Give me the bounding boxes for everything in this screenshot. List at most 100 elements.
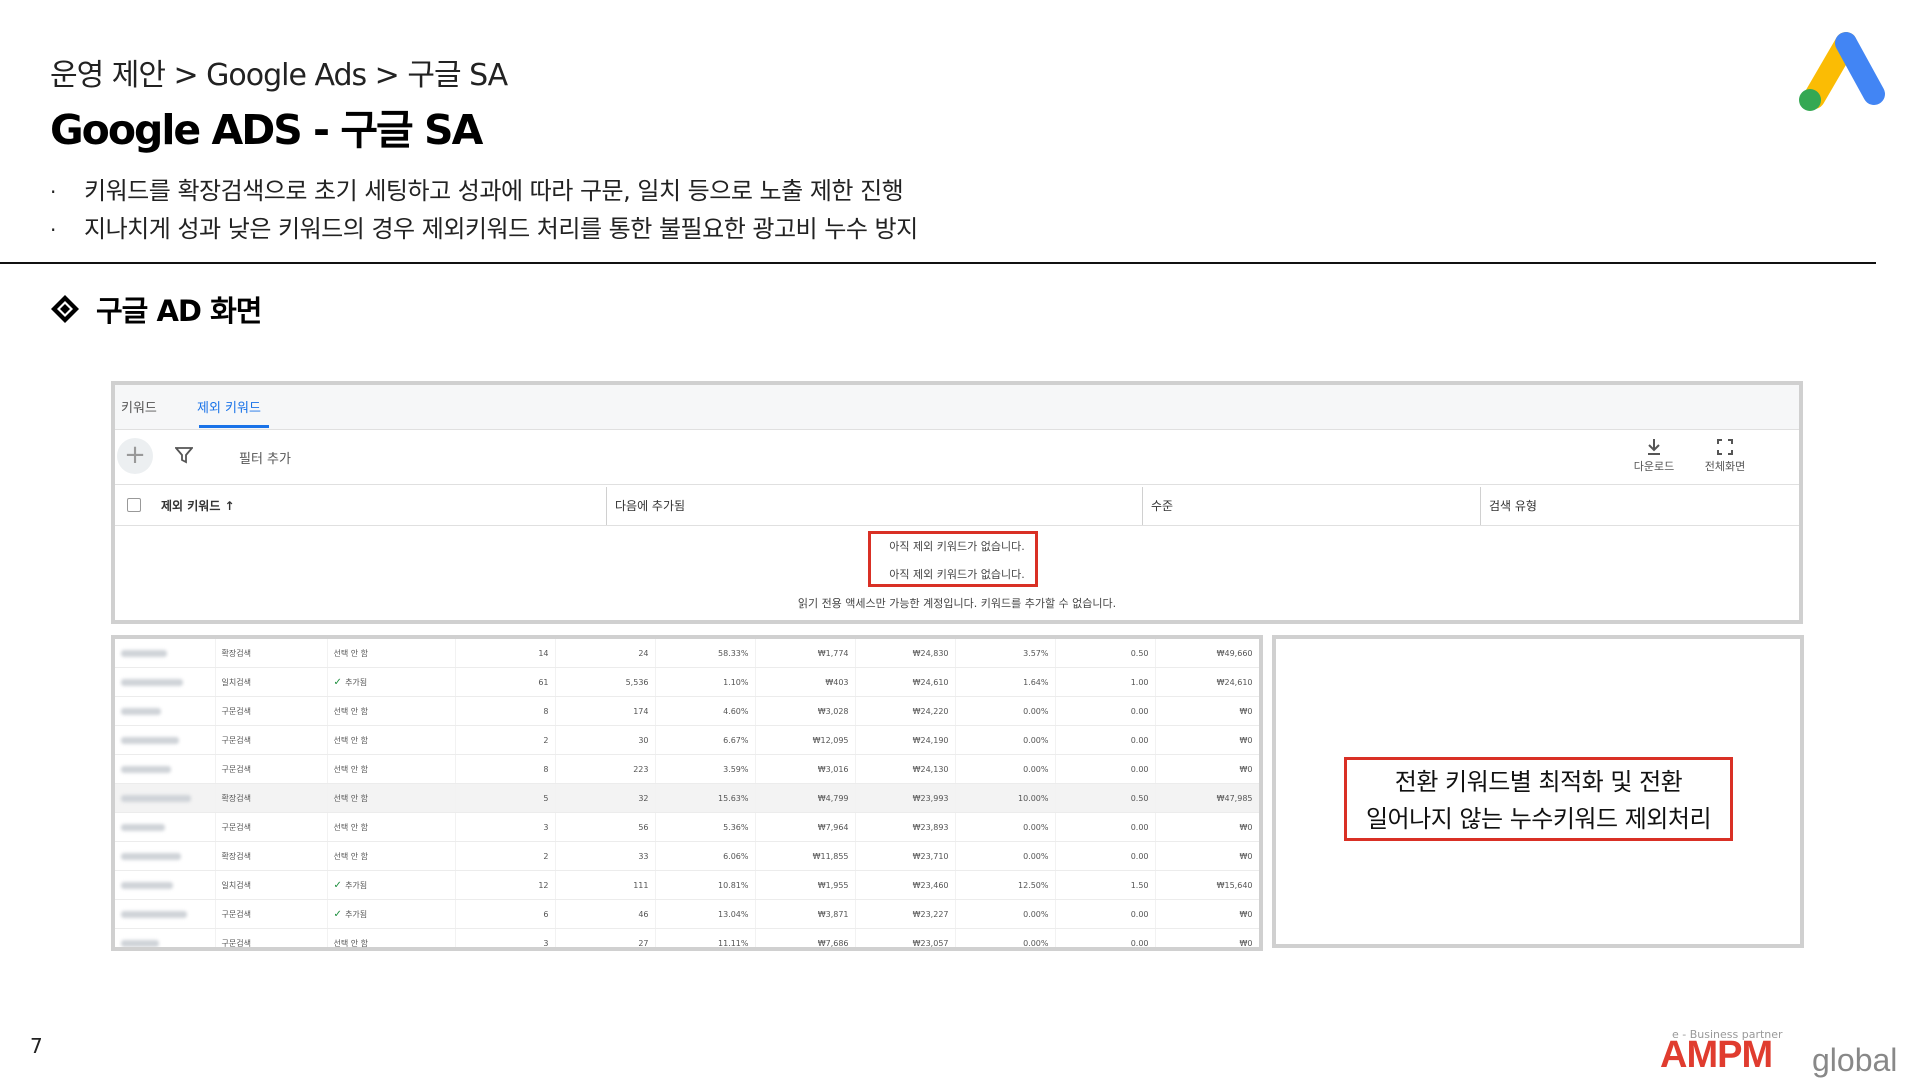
metric-cell: 0.00% xyxy=(955,754,1056,784)
metric-cell: 0.00 xyxy=(1055,696,1156,726)
readonly-message: 읽기 전용 액세스만 가능한 계정입니다. 키워드를 추가할 수 없습니다. xyxy=(797,597,1117,610)
metric-cell: ₩0 xyxy=(1155,725,1259,755)
metric-cell: 8 xyxy=(455,696,556,726)
keyword-performance-screenshot: 확장검색 선택 안 함 14 24 58.33% ₩1,774 ₩24,830 3.57% 0.… xyxy=(111,635,1263,951)
metric-cell: 27 xyxy=(555,928,656,947)
metric-cell: 0.00% xyxy=(955,696,1056,726)
keyword-cell-redacted xyxy=(115,841,216,871)
metric-cell: ₩1,955 xyxy=(755,870,856,900)
keyword-cell-redacted xyxy=(115,870,216,900)
metric-cell: ₩24,130 xyxy=(855,754,956,784)
tab-negative-keywords[interactable]: 제외 키워드 xyxy=(197,397,261,416)
metric-cell: 0.00% xyxy=(955,928,1056,947)
bullet-list: · 키워드를 확장검색으로 초기 세팅하고 성과에 따라 구문, 일치 등으로 노… xyxy=(50,172,918,248)
keyword-cell-redacted xyxy=(115,696,216,726)
download-icon xyxy=(1648,439,1660,455)
status-cell: 선택 안 함 xyxy=(327,812,456,842)
metric-cell: 32 xyxy=(555,783,656,813)
keyword-cell-redacted xyxy=(115,667,216,697)
metric-cell: ₩23,227 xyxy=(855,899,956,929)
breadcrumb: 운영 제안 > Google Ads > 구글 SA xyxy=(50,58,508,93)
keyword-cell-redacted xyxy=(115,928,216,947)
table-row: 일치검색 ✓ 추가됨 12 111 10.81% ₩1,955 ₩23,460 12.50% 1… xyxy=(115,870,1259,900)
add-filter-label[interactable]: 필터 추가 xyxy=(239,448,291,467)
metric-cell: 5 xyxy=(455,783,556,813)
metric-cell: 1.10% xyxy=(655,667,756,697)
metric-cell: 6.06% xyxy=(655,841,756,871)
metric-cell: 61 xyxy=(455,667,556,697)
metric-cell: 58.33% xyxy=(655,639,756,668)
metric-cell: ₩4,799 xyxy=(755,783,856,813)
select-all-checkbox[interactable] xyxy=(127,498,141,512)
match-type-cell: 구문검색 xyxy=(215,899,328,929)
metric-cell: 0.00 xyxy=(1055,928,1156,947)
metric-cell: 3 xyxy=(455,928,556,947)
metric-cell: 5.36% xyxy=(655,812,756,842)
tab-bar: 키워드 제외 키워드 xyxy=(115,385,1799,430)
status-cell: 선택 안 함 xyxy=(327,841,456,871)
keyword-table: 확장검색 선택 안 함 14 24 58.33% ₩1,774 ₩24,830 3.57% 0.… xyxy=(115,639,1259,947)
bullet-item: · 지나치게 성과 낮은 키워드의 경우 제외키워드 처리를 통한 불필요한 광고… xyxy=(50,215,918,243)
table-row: 구문검색 선택 안 함 2 30 6.67% ₩12,095 ₩24,190 0.00% 0.0… xyxy=(115,725,1259,755)
metric-cell: 0.00 xyxy=(1055,725,1156,755)
fullscreen-button[interactable]: 전체화면 xyxy=(1695,438,1755,474)
metric-cell: ₩47,985 xyxy=(1155,783,1259,813)
metric-cell: 14 xyxy=(455,639,556,668)
metric-cell: ₩0 xyxy=(1155,812,1259,842)
column-negative-keyword[interactable]: 제외 키워드 ↑ xyxy=(161,497,235,514)
metric-cell: ₩7,964 xyxy=(755,812,856,842)
metric-cell: 1.64% xyxy=(955,667,1056,697)
metric-cell: 6.67% xyxy=(655,725,756,755)
metric-cell: 3 xyxy=(455,812,556,842)
keyword-cell-redacted xyxy=(115,754,216,784)
column-divider xyxy=(606,487,607,525)
add-button[interactable]: + xyxy=(117,438,153,474)
filter-icon[interactable] xyxy=(175,446,193,464)
status-cell: 선택 안 함 xyxy=(327,696,456,726)
bullet-item: · 키워드를 확장검색으로 초기 세팅하고 성과에 따라 구문, 일치 등으로 노… xyxy=(50,177,904,205)
toolbar: + 필터 추가 다운로드 전체화면 xyxy=(115,430,1799,485)
metric-cell: ₩11,855 xyxy=(755,841,856,871)
metric-cell: 56 xyxy=(555,812,656,842)
column-added-to[interactable]: 다음에 추가됨 xyxy=(615,497,685,514)
metric-cell: 10.81% xyxy=(655,870,756,900)
column-match-type[interactable]: 검색 유형 xyxy=(1489,497,1537,514)
empty-state-message: 아직 제외 키워드가 없습니다. xyxy=(889,568,1025,581)
keyword-cell-redacted xyxy=(115,899,216,929)
metric-cell: 223 xyxy=(555,754,656,784)
metric-cell: ₩24,610 xyxy=(1155,667,1259,697)
metric-cell: 1.00 xyxy=(1055,667,1156,697)
section-heading: 구글 AD 화면 xyxy=(50,288,262,330)
metric-cell: 12.50% xyxy=(955,870,1056,900)
metric-cell: ₩23,893 xyxy=(855,812,956,842)
status-cell: 선택 안 함 xyxy=(327,928,456,947)
checkmark-icon: ✓ xyxy=(333,676,346,688)
status-cell: ✓ 추가됨 xyxy=(327,899,456,929)
metric-cell: ₩0 xyxy=(1155,841,1259,871)
header-divider xyxy=(0,262,1876,264)
metric-cell: 8 xyxy=(455,754,556,784)
metric-cell: 12 xyxy=(455,870,556,900)
status-cell: ✓ 추가됨 xyxy=(327,667,456,697)
match-type-cell: 일치검색 xyxy=(215,667,328,697)
match-type-cell: 확장검색 xyxy=(215,841,328,871)
metric-cell: 0.50 xyxy=(1055,783,1156,813)
metric-cell: 2 xyxy=(455,841,556,871)
callout-line: 일어나지 않는 누수키워드 제외처리 xyxy=(1365,805,1712,833)
metric-cell: 46 xyxy=(555,899,656,929)
column-level[interactable]: 수준 xyxy=(1151,497,1173,514)
download-button[interactable]: 다운로드 xyxy=(1624,438,1684,474)
metric-cell: 4.60% xyxy=(655,696,756,726)
page-number: 7 xyxy=(30,1034,43,1058)
keyword-cell-redacted xyxy=(115,812,216,842)
table-row: 구문검색 선택 안 함 8 223 3.59% ₩3,016 ₩24,130 0.00% 0.0… xyxy=(115,754,1259,784)
metric-cell: ₩24,220 xyxy=(855,696,956,726)
ads-negative-keyword-screenshot: 키워드 제외 키워드 + 필터 추가 다운로드 전체화면 제외 키워드 ↑ 다음… xyxy=(111,381,1803,624)
tab-keywords[interactable]: 키워드 xyxy=(121,397,157,416)
diamond-bullet-icon xyxy=(51,295,79,323)
checkmark-icon: ✓ xyxy=(333,879,346,891)
metric-cell: ₩1,774 xyxy=(755,639,856,668)
empty-state-message: 아직 제외 키워드가 없습니다. xyxy=(889,540,1025,553)
table-row: 일치검색 ✓ 추가됨 61 5,536 1.10% ₩403 ₩24,610 1.64% 1.0… xyxy=(115,667,1259,697)
status-cell: 선택 안 함 xyxy=(327,725,456,755)
